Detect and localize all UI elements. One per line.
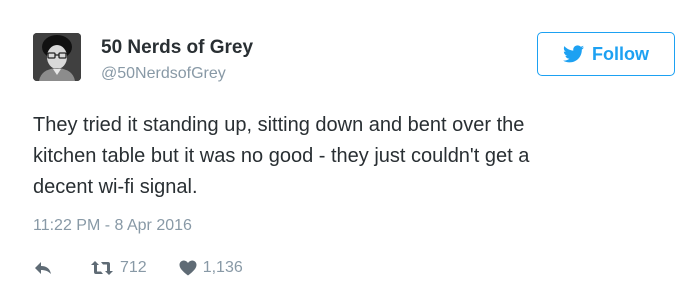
like-count: 1,136 [202,259,243,276]
reply-button[interactable] [33,260,53,276]
tweet-text-line: They tried it standing up, sitting down … [33,114,525,136]
display-name[interactable]: 50 Nerds of Grey [101,37,253,59]
twitter-bird-icon [563,45,584,63]
avatar[interactable] [33,33,81,81]
avatar-photo-icon [33,33,81,81]
follow-button[interactable]: Follow [537,32,675,76]
retweet-icon [91,261,113,275]
tweet-text: They tried it standing up, sitting down … [33,110,673,203]
tweet-timestamp[interactable]: 11:22 PM - 8 Apr 2016 [33,216,192,236]
retweet-count: 712 [120,259,147,276]
tweet-actions: 712 1,136 [33,256,243,280]
follow-label: Follow [592,44,649,64]
reply-icon [35,262,51,274]
retweet-button[interactable]: 712 [90,258,147,278]
tweet-text-line: kitchen table but it was no good - they … [33,145,530,167]
user-handle[interactable]: @50NerdsofGrey [101,64,226,84]
like-button[interactable]: 1,136 [179,258,243,278]
tweet-text-line: decent wi-fi signal. [33,176,198,198]
tweet-card: 50 Nerds of Grey @50NerdsofGrey Follow T… [0,0,700,302]
heart-icon [179,260,197,276]
